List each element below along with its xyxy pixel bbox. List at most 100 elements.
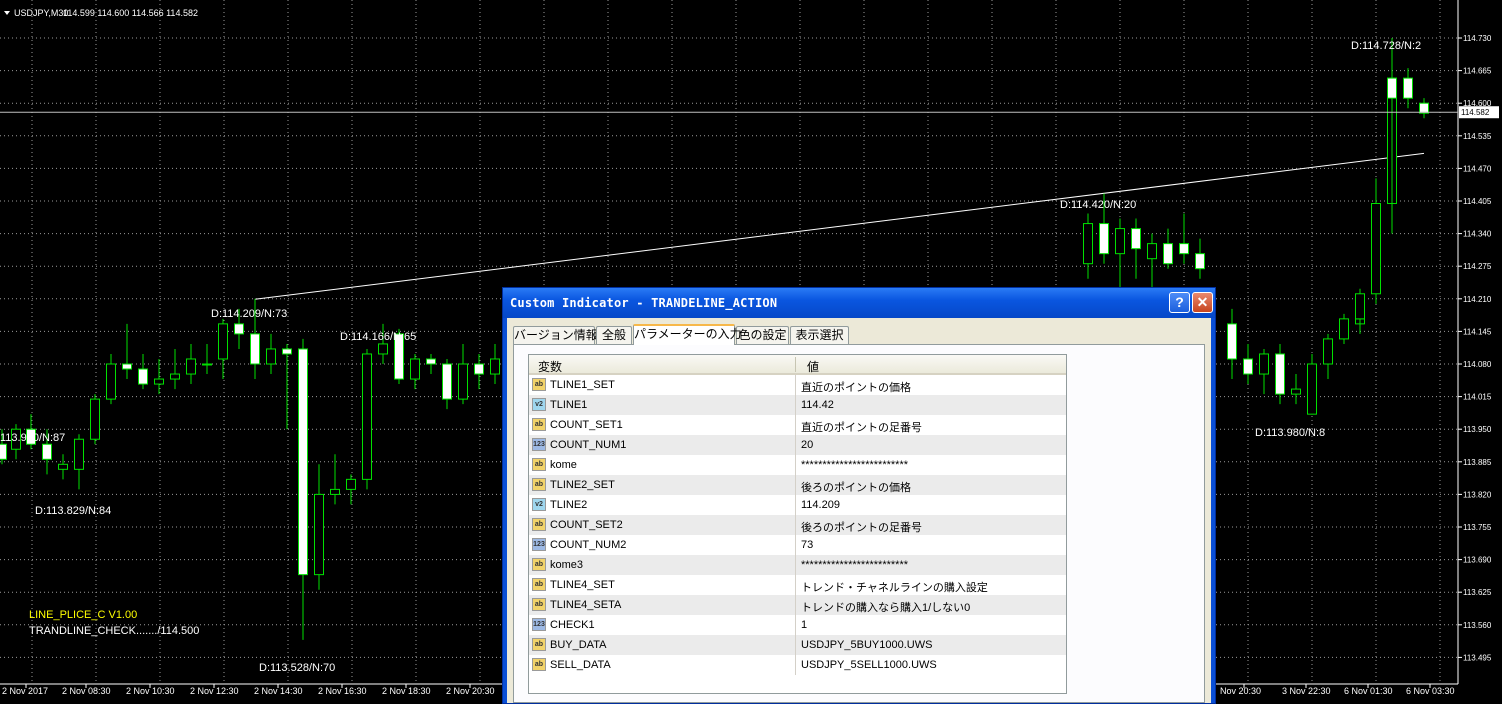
tab-parameters[interactable]: パラメーターの入力 — [633, 324, 742, 345]
help-button[interactable]: ? — [1169, 292, 1190, 313]
candle-bull — [346, 478, 356, 490]
chart-annotation: D:113.829/N:84 — [35, 505, 111, 517]
param-name: TLINE2 — [550, 499, 588, 511]
param-row[interactable]: ab TLINE4_SETA トレンドの購入なら購入1/しない0 — [529, 595, 1066, 615]
param-value[interactable]: 後ろのポイントの足番号 — [801, 519, 922, 535]
param-value[interactable]: トレンド・チャネルラインの購入設定 — [801, 579, 988, 595]
param-value[interactable]: 1 — [801, 619, 807, 631]
candle-bull — [74, 438, 84, 470]
param-row[interactable]: ab BUY_DATA USDJPY_5BUY1000.UWS — [529, 635, 1066, 655]
param-row[interactable]: 123 COUNT_NUM2 73 — [529, 535, 1066, 555]
param-value[interactable]: 114.209 — [801, 499, 840, 511]
tab-visualization[interactable]: 表示選択 — [790, 326, 849, 344]
dialog-title: Custom Indicator - TRANDELINE_ACTION — [510, 296, 778, 310]
param-value[interactable]: 114.42 — [801, 399, 834, 411]
current-price-label: 114.582 — [1461, 108, 1490, 117]
param-name: TLINE1_SET — [550, 379, 615, 391]
param-value[interactable]: ************************* — [801, 459, 908, 471]
param-name: kome — [550, 459, 577, 471]
tab-general[interactable]: 全般 — [596, 326, 632, 344]
string-type-icon: ab — [532, 478, 546, 491]
param-row[interactable]: ab COUNT_SET1 直近のポイントの足番号 — [529, 415, 1066, 435]
parameters-panel: 変数 値 ab TLINE1_SET 直近のポイントの価格 v2 TLINE1 114.4… — [513, 344, 1205, 703]
candle-bull — [1307, 363, 1317, 415]
chart-annotation: D:114.728/N:2 — [1351, 40, 1421, 52]
candle-bear — [1403, 77, 1413, 99]
symbol-menu-icon[interactable] — [4, 11, 10, 15]
dialog-titlebar[interactable]: Custom Indicator - TRANDELINE_ACTION ? ✕ — [503, 288, 1215, 318]
param-row[interactable]: ab SELL_DATA USDJPY_5SELL1000.UWS — [529, 655, 1066, 675]
param-value[interactable]: 後ろのポイントの価格 — [801, 479, 911, 495]
candle-bull — [1115, 228, 1125, 255]
double-type-icon: v2 — [532, 498, 546, 511]
candle-bull — [1323, 338, 1333, 365]
param-value[interactable]: 20 — [801, 439, 813, 451]
time-label: 3 Nov 22:30 — [1282, 686, 1331, 696]
string-type-icon: ab — [532, 658, 546, 671]
tab-colors[interactable]: 色の設定 — [736, 326, 789, 344]
param-name: TLINE4_SET — [550, 579, 615, 591]
parameters-table[interactable]: 変数 値 ab TLINE1_SET 直近のポイントの価格 v2 TLINE1 114.4… — [528, 354, 1067, 694]
time-label: 2 Nov 16:30 — [318, 686, 367, 696]
param-row[interactable]: ab COUNT_SET2 後ろのポイントの足番号 — [529, 515, 1066, 535]
param-row[interactable]: ab TLINE4_SET トレンド・チャネルラインの購入設定 — [529, 575, 1066, 595]
param-name: COUNT_SET2 — [550, 519, 623, 531]
time-label: 2 Nov 2017 — [2, 686, 48, 696]
price-label: 113.755 — [1463, 523, 1492, 532]
candle-bear — [1195, 253, 1205, 270]
string-type-icon: ab — [532, 518, 546, 531]
param-value[interactable]: USDJPY_5BUY1000.UWS — [801, 639, 932, 651]
custom-indicator-dialog[interactable]: Custom Indicator - TRANDELINE_ACTION ? ✕… — [502, 287, 1216, 704]
candle-bear — [138, 368, 148, 385]
column-header-variable[interactable]: 変数 — [538, 358, 562, 375]
candle-bull — [170, 373, 180, 380]
candle-bull — [1147, 243, 1157, 260]
param-row[interactable]: v2 TLINE2 114.209 — [529, 495, 1066, 515]
time-label: 2 Nov 10:30 — [126, 686, 175, 696]
chart-annotation: 113.970/N:87 — [0, 432, 65, 444]
price-label: 114.470 — [1463, 164, 1492, 173]
param-row[interactable]: ab kome ************************* — [529, 455, 1066, 475]
candle-bear — [250, 333, 260, 365]
chart-ohlc: 114.599 114.600 114.566 114.582 — [63, 8, 198, 18]
param-name: TLINE1 — [550, 399, 588, 411]
param-row[interactable]: ab kome3 ************************* — [529, 555, 1066, 575]
chart-header: USDJPY,M30 114.599 114.600 114.566 114.5… — [4, 8, 198, 18]
integer-type-icon: 123 — [532, 618, 546, 631]
chart-annotation: D:113.980/N:8 — [1255, 427, 1325, 439]
column-header-value[interactable]: 値 — [807, 358, 819, 375]
string-type-icon: ab — [532, 638, 546, 651]
param-value[interactable]: USDJPY_5SELL1000.UWS — [801, 659, 937, 671]
param-value[interactable]: 73 — [801, 539, 813, 551]
candle-bear — [1179, 243, 1189, 255]
candle-bull — [362, 353, 372, 480]
close-button[interactable]: ✕ — [1192, 292, 1213, 313]
param-value[interactable]: ************************* — [801, 559, 908, 571]
candle-bull — [1339, 318, 1349, 340]
candle-bear — [298, 348, 308, 576]
candle-bull — [410, 358, 420, 380]
dialog-body: バージョン情報 全般 パラメーターの入力 色の設定 表示選択 変数 値 ab TL… — [507, 318, 1211, 703]
param-row[interactable]: v2 TLINE1 114.42 — [529, 395, 1066, 415]
param-row[interactable]: ab TLINE1_SET 直近のポイントの価格 — [529, 375, 1066, 395]
string-type-icon: ab — [532, 458, 546, 471]
tab-version-info[interactable]: バージョン情報 — [513, 326, 598, 344]
param-value[interactable]: 直近のポイントの足番号 — [801, 419, 922, 435]
time-label: 6 Nov 01:30 — [1344, 686, 1393, 696]
param-value[interactable]: 直近のポイントの価格 — [801, 379, 911, 395]
price-label: 114.730 — [1463, 34, 1492, 43]
param-row[interactable]: ab TLINE2_SET 後ろのポイントの価格 — [529, 475, 1066, 495]
candle-bull — [202, 363, 212, 366]
price-label: 114.275 — [1463, 262, 1492, 271]
param-name: COUNT_NUM2 — [550, 539, 627, 551]
price-label: 113.950 — [1463, 425, 1492, 434]
candle-bull — [218, 323, 228, 360]
param-name: TLINE2_SET — [550, 479, 615, 491]
param-row[interactable]: 123 COUNT_NUM1 20 — [529, 435, 1066, 455]
param-row[interactable]: 123 CHECK1 1 — [529, 615, 1066, 635]
candle-bear — [474, 363, 484, 375]
price-label: 113.495 — [1463, 653, 1492, 662]
candle-bull — [378, 343, 388, 355]
string-type-icon: ab — [532, 578, 546, 591]
param-value[interactable]: トレンドの購入なら購入1/しない0 — [801, 599, 970, 615]
